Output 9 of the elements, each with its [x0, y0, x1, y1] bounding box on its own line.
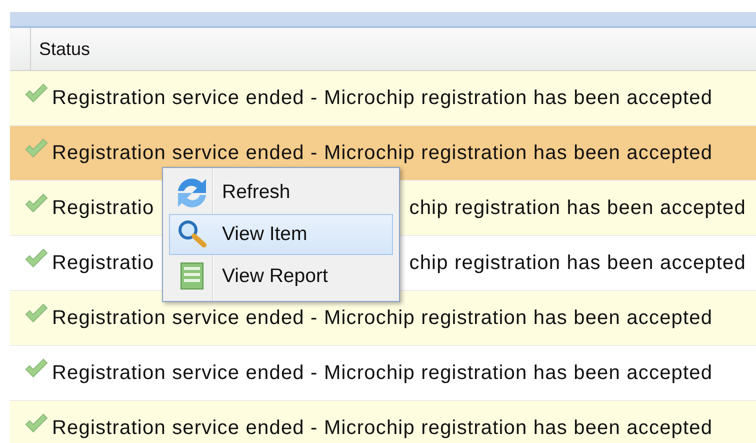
- status-text: Registration service ended - Microchip registration has been accepted: [52, 142, 713, 164]
- status-text: Registration service ended - Microchip registration has been accepted: [52, 416, 713, 440]
- status-text: chip registration has been accepted: [409, 252, 746, 274]
- status-text: Registratio: [52, 252, 154, 274]
- status-text: Registration service ended - Microchip registration has been accepted: [52, 86, 713, 110]
- status-text: Registration service ended - Microchip registration has been accepted: [52, 306, 713, 330]
- status-text: Registratio: [52, 196, 154, 220]
- status-text: Registration service ended - Microchip registration has been accepted: [52, 362, 713, 384]
- status-text: chip registration has been accepted: [409, 196, 746, 220]
